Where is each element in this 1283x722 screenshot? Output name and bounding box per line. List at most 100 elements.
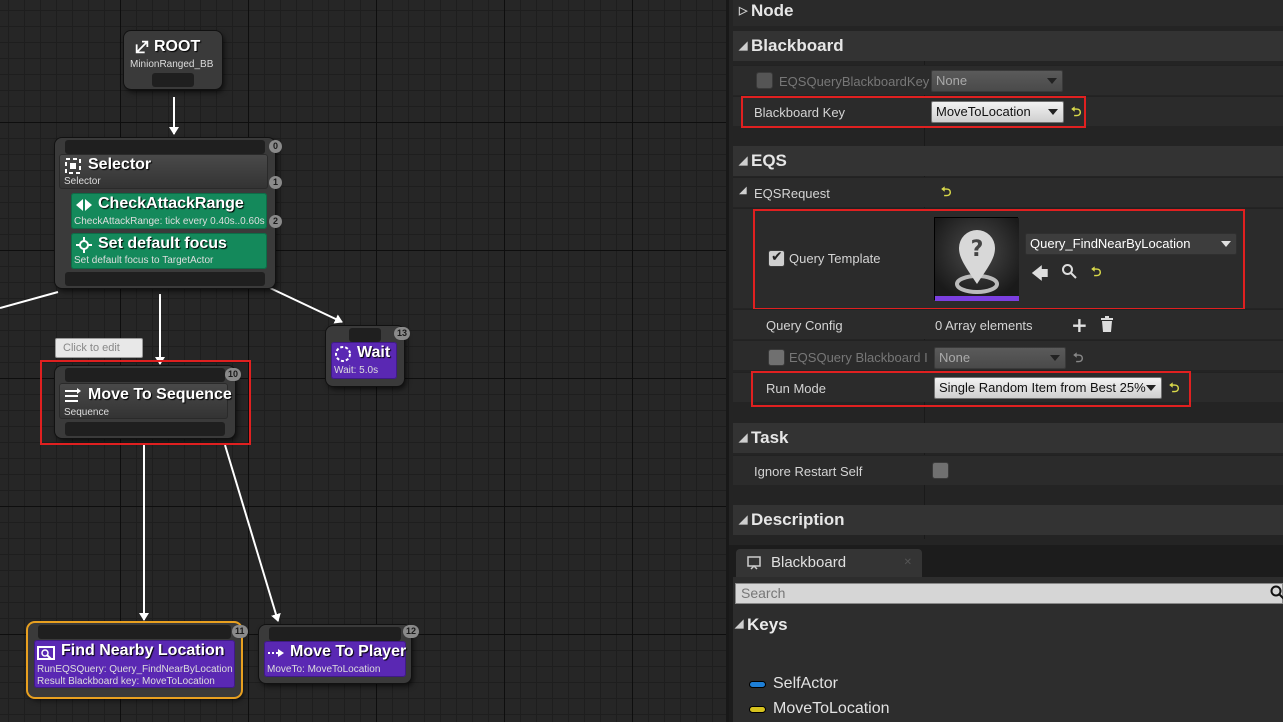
expanded-arrow-icon: ◢ [739,155,748,167]
check-attack-range-service[interactable]: CheckAttackRange CheckAttackRange: tick … [71,193,267,229]
ignore-restart-self-label: Ignore Restart Self [754,464,863,479]
wait-subtitle: Wait: 5.0s [334,365,379,376]
ignore-restart-self-checkbox[interactable] [932,462,949,479]
reset-to-default-icon[interactable]: ⮌ [941,183,951,205]
find-title: Find Nearby Location [61,642,225,659]
query-template-highlight [753,209,1245,310]
selector-title: Selector [88,156,152,173]
move-to-icon [268,649,284,657]
find-input-pin[interactable] [38,625,231,639]
service-icon [76,199,92,211]
find-line1: RunEQSQuery: Query_FindNearByLocation [37,664,233,675]
blackboard-tab-label: Blackboard [771,554,847,571]
search-icon [1270,585,1283,600]
root-node[interactable]: ROOT MinionRanged_BB [124,31,222,89]
row-eqs-request: ◢ EQSRequest ⮌ [733,177,1283,207]
object-key-type-icon [749,681,766,688]
wait-input-pin[interactable] [349,328,381,342]
set-default-focus-service[interactable]: Set default focus Set default focus to T… [71,233,267,269]
root-icon [135,40,149,54]
find-title-block: Find Nearby Location RunEQSQuery: Query_… [34,640,235,688]
eqs-request-label: EQSRequest [754,186,830,201]
details-panel: ▷ Node ◢ Blackboard EQSQueryBlackboardKe… [726,0,1283,545]
query-config-label: Query Config [766,318,843,333]
focus-icon [76,237,92,253]
blackboard-tab-icon [747,556,761,570]
collapsed-arrow-icon: ▷ [739,5,748,17]
category-eqs[interactable]: ◢ EQS [733,146,1283,176]
row-query-config: Query Config 0 Array elements + [733,309,1283,339]
category-node[interactable]: ▷ Node [733,0,1283,26]
wait-icon [335,346,351,362]
moveto-title-block: Move To Player MoveTo: MoveToLocation [264,641,406,677]
root-subtitle: MinionRanged_BB [130,59,214,70]
selector-title-block: Selector Selector [59,154,268,189]
keys-heading[interactable]: ◢ Keys [735,615,788,635]
row-eqs-query-blackboard-key: EQSQueryBlackboardKey None [733,65,1283,95]
expanded-arrow-icon: ◢ [739,514,748,526]
vector-key-type-icon [749,706,766,713]
find-index-badge: 11 [232,625,248,638]
close-tab-icon[interactable]: ✕ [904,549,912,577]
root-output-pin[interactable] [152,73,194,87]
focus-subtitle: Set default focus to TargetActor [74,255,214,266]
expanded-arrow-icon: ◢ [735,618,744,630]
expanded-arrow-icon[interactable]: ◢ [739,185,747,196]
root-title: ROOT [154,38,201,55]
selector-sub-index-badge: 1 [269,176,282,189]
selector-subtitle: Selector [64,176,101,187]
eqs-query-bb-checkbox[interactable] [768,349,785,366]
eqs-query-bb-label: EQSQuery Blackboard I [789,350,928,365]
tab-blackboard[interactable]: Blackboard ✕ [736,549,922,577]
service-title: CheckAttackRange [98,195,244,212]
sequence-highlight [40,360,251,445]
empty-array-trash-icon[interactable] [1100,316,1114,332]
wire-offscreen [0,291,59,309]
wait-title-block: Wait Wait: 5.0s [331,342,397,379]
selector-icon [65,158,81,174]
wire-sequence-moveto [224,444,281,622]
move-to-player-node[interactable]: Move To Player MoveTo: MoveToLocation 12 [259,625,420,683]
behavior-tree-graph[interactable]: ROOT MinionRanged_BB Selector Selector C… [0,0,726,722]
selector-output-pin[interactable] [65,272,265,286]
eqs-bb-key-label: EQSQueryBlackboardKey [779,74,930,89]
category-task[interactable]: ◢ Task [733,423,1283,453]
blackboard-search-input[interactable]: Search [735,583,1283,604]
chevron-down-icon [1047,78,1057,84]
expanded-arrow-icon: ◢ [739,432,748,444]
blackboard-key-self-actor[interactable]: SelfActor [749,675,838,693]
eqs-bb-key-checkbox[interactable] [756,72,773,89]
category-blackboard[interactable]: ◢ Blackboard [733,31,1283,61]
wait-title: Wait [357,344,391,361]
add-element-plus-icon[interactable]: + [1071,313,1088,337]
reset-to-default-icon[interactable]: ⮌ [1073,349,1083,371]
service-index-badge: 2 [269,215,282,228]
moveto-title: Move To Player [290,643,407,660]
moveto-index-badge: 12 [403,625,420,638]
selector-index-badge: 0 [269,140,282,153]
moveto-subtitle: MoveTo: MoveToLocation [267,664,381,675]
row-eqs-query-blackboard: EQSQuery Blackboard I None ⮌ [733,340,1283,370]
selector-input-pin[interactable] [65,140,265,154]
run-mode-highlight [751,371,1191,407]
wait-index-badge: 13 [394,327,411,340]
blackboard-panel: Blackboard ✕ Search ◢ Keys SelfActor Mov… [726,545,1283,722]
expanded-arrow-icon: ◢ [739,40,748,52]
focus-title: Set default focus [98,235,227,252]
eqs-query-bb-combo[interactable]: None [934,347,1066,369]
find-nearby-location-node[interactable]: Find Nearby Location RunEQSQuery: Query_… [28,623,248,697]
row-ignore-restart-self: Ignore Restart Self [733,455,1283,485]
moveto-input-pin[interactable] [269,627,401,641]
eqs-query-icon [37,646,55,660]
query-config-value: 0 Array elements [935,318,1033,333]
eqs-bb-key-combo[interactable]: None [931,70,1063,92]
selector-node[interactable]: Selector Selector CheckAttackRange Check… [55,138,282,288]
blackboard-key-highlight [741,96,1086,128]
chevron-down-icon [1050,355,1060,361]
service-subtitle: CheckAttackRange: tick every 0.40s..0.60… [74,216,265,227]
wait-node[interactable]: Wait Wait: 5.0s 13 [326,326,411,386]
category-description[interactable]: ◢ Description [733,505,1283,535]
wire-selector-wait [269,287,343,324]
click-to-edit-tooltip[interactable]: Click to edit [55,338,143,358]
blackboard-key-move-to-location[interactable]: MoveToLocation [749,700,890,718]
